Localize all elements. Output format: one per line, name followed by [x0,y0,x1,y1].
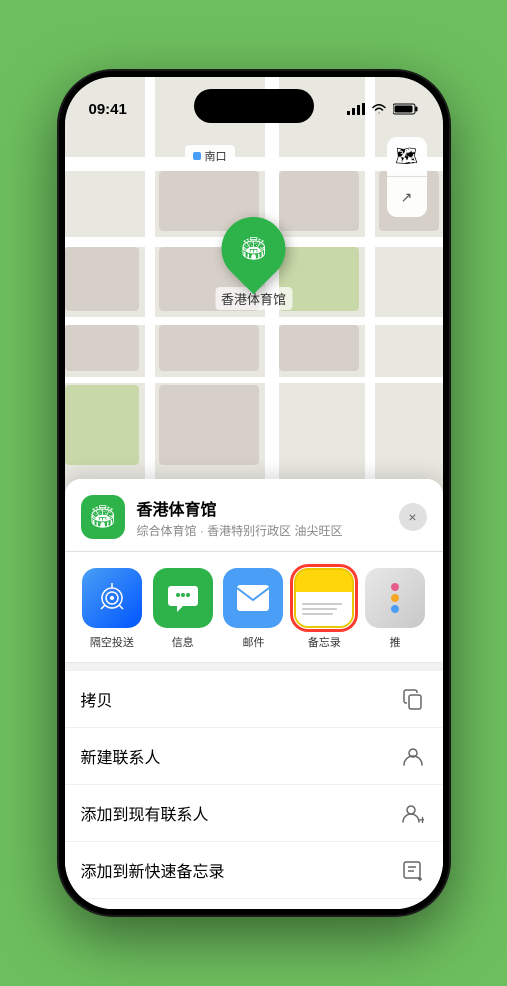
venue-subtitle: 综合体育馆 · 香港特别行政区 油尖旺区 [137,522,399,539]
new-contact-label: 新建联系人 [81,744,161,768]
close-button[interactable]: × [399,503,427,531]
mail-label: 邮件 [242,634,264,650]
add-existing-icon: + [399,799,427,827]
add-existing-action[interactable]: 添加到现有联系人 + [65,785,443,842]
map-controls: 🗺 ↗ [387,137,427,217]
wifi-icon [371,103,387,115]
new-contact-action[interactable]: 新建联系人 [65,728,443,785]
share-item-more[interactable]: 推 [364,568,427,650]
phone-screen: 09:41 [65,77,443,909]
mail-icon [223,568,283,628]
venue-pin-icon: 🏟 [231,227,275,271]
bottom-sheet: 🏟 香港体育馆 综合体育馆 · 香港特别行政区 油尖旺区 × [65,479,443,909]
venue-info: 香港体育馆 综合体育馆 · 香港特别行政区 油尖旺区 [137,496,399,539]
venue-header: 🏟 香港体育馆 综合体育馆 · 香港特别行政区 油尖旺区 × [65,479,443,552]
notes-label: 备忘录 [308,634,341,650]
svg-text:+: + [419,813,424,824]
share-item-airdrop[interactable]: 隔空投送 [81,568,144,650]
add-existing-label: 添加到现有联系人 [81,801,209,825]
add-note-action[interactable]: 添加到新快速备忘录 [65,842,443,899]
notes-icon [294,568,354,628]
action-list: 拷贝 新建联系人 [65,671,443,909]
map-area: 南口 🗺 ↗ 🏟 香港体育馆 [65,77,443,517]
add-note-label: 添加到新快速备忘录 [81,858,225,882]
location-button[interactable]: ↗ [387,177,427,217]
copy-label: 拷贝 [81,687,113,711]
messages-label: 信息 [172,634,194,650]
share-item-notes[interactable]: 备忘录 [293,568,356,650]
status-icons [347,103,419,115]
share-item-mail[interactable]: 邮件 [222,568,285,650]
new-contact-icon [399,742,427,770]
share-item-messages[interactable]: 信息 [151,568,214,650]
messages-icon [153,568,213,628]
status-time: 09:41 [89,101,127,118]
add-note-icon [399,856,427,884]
copy-icon [399,685,427,713]
print-action[interactable]: 打印 [65,899,443,909]
venue-name: 香港体育馆 [137,496,399,520]
phone-frame: 09:41 [59,71,449,915]
signal-icon [347,103,365,115]
battery-icon [393,103,419,115]
copy-action[interactable]: 拷贝 [65,671,443,728]
venue-icon: 🏟 [81,495,125,539]
share-apps-row: 隔空投送 信息 [65,552,443,663]
dynamic-island [194,89,314,123]
more-icon [365,568,425,628]
location-pin: 🏟 香港体育馆 [215,217,292,310]
map-south-entrance-label: 南口 [185,145,235,167]
airdrop-label: 隔空投送 [90,634,134,650]
airdrop-icon [82,568,142,628]
map-type-button[interactable]: 🗺 [387,137,427,177]
more-label: 推 [390,634,401,650]
